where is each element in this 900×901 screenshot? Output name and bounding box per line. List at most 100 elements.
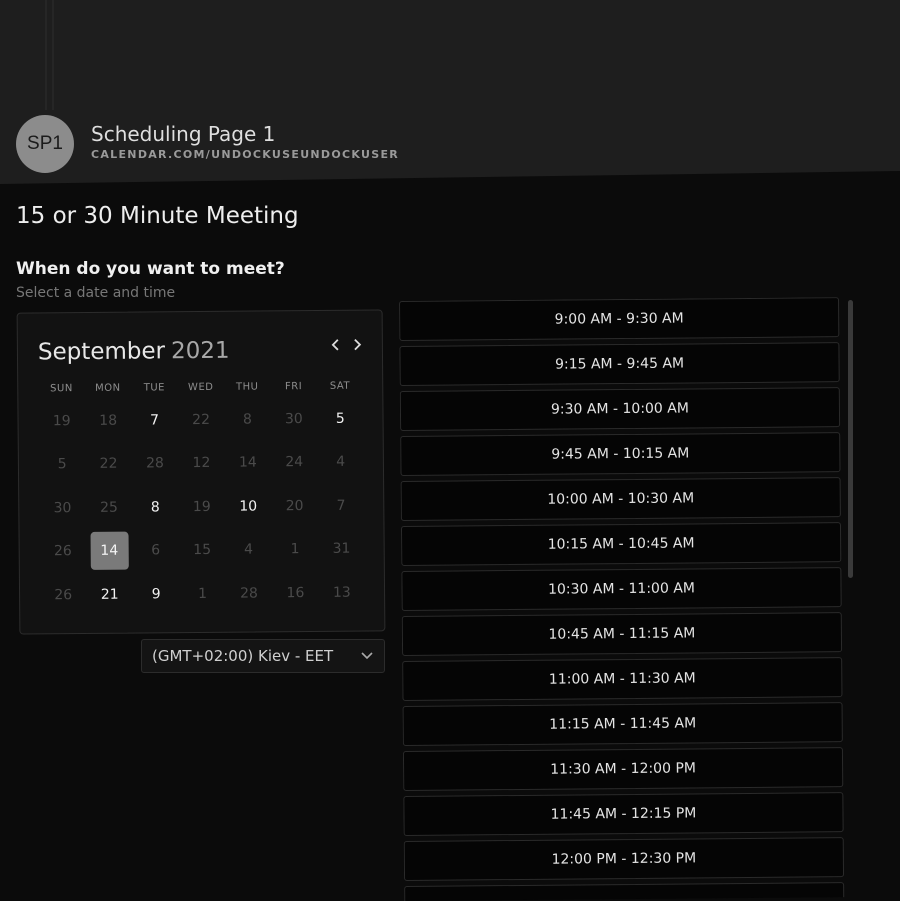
calendar-day-unavailable: 22	[178, 398, 225, 442]
weekday-label: TUE	[143, 382, 165, 394]
time-slot-scrollbar[interactable]	[848, 300, 853, 578]
calendar-day-unavailable: 20	[271, 484, 318, 528]
calendar-day-number: 12	[192, 455, 211, 472]
meeting-title: 15 or 30 Minute Meeting	[16, 203, 299, 229]
calendar-day-unavailable: 4	[225, 528, 272, 572]
calendar-day-number: 1	[290, 541, 300, 558]
time-slot-button[interactable]: 10:45 AM - 11:15 AM	[401, 612, 843, 656]
calendar-day-unavailable: 13	[318, 571, 365, 615]
time-slot-button[interactable]: 11:30 AM - 12:00 PM	[402, 747, 844, 791]
calendar-day-number: 5	[57, 456, 67, 473]
calendar-day-grid: 19 18 7 22 8 30 5 5 22 28 12 14 24 4 30 25 8 19 10 20 7 26 14 6…	[38, 397, 365, 617]
calendar-day-available[interactable]: 9	[133, 572, 180, 616]
calendar-day-number: 20	[285, 497, 304, 515]
time-slot-button[interactable]: 12:00 PM - 12:30 PM	[403, 837, 845, 881]
calendar-day-number: 16	[286, 584, 305, 602]
calendar-day-unavailable: 6	[132, 529, 179, 573]
calendar-day-number: 31	[332, 540, 351, 558]
calendar-day-unavailable: 26	[40, 573, 87, 617]
calendar-day-unavailable: 22	[85, 442, 132, 486]
time-slot-button[interactable]: 10:15 AM - 10:45 AM	[400, 522, 842, 566]
calendar-day-unavailable: 30	[39, 486, 86, 530]
calendar-day-number: 26	[54, 586, 73, 604]
calendar-day-unavailable: 26	[39, 530, 86, 574]
calendar-day-unavailable: 18	[85, 399, 132, 443]
calendar-day-unavailable: 30	[270, 397, 317, 441]
header-divider	[45, 0, 47, 110]
time-slot-button[interactable]: 11:00 AM - 11:30 AM	[402, 657, 843, 701]
calendar-day-number: 15	[193, 542, 212, 559]
date-hint-text: Select a date and time	[16, 285, 176, 301]
calendar-day-unavailable: 28	[132, 442, 179, 486]
calendar-day-number: 24	[285, 454, 304, 471]
avatar: SP1	[16, 115, 74, 173]
calendar-day-number: 10	[239, 498, 258, 515]
timezone-select[interactable]: (GMT+02:00) Kiev - EET	[141, 639, 385, 673]
calendar-day-unavailable: 1	[272, 527, 319, 571]
calendar-day-available[interactable]: 10	[225, 484, 272, 528]
calendar-day-unavailable: 25	[86, 486, 133, 530]
calendar-day-unavailable: 4	[317, 440, 364, 484]
calendar-day-number: 13	[332, 584, 351, 601]
calendar-year: 2021	[170, 337, 230, 365]
calendar-day-number: 4	[244, 541, 254, 558]
calendar-day-number: 30	[284, 410, 303, 428]
calendar-day-number: 19	[52, 412, 71, 430]
time-slot-button[interactable]: 10:00 AM - 10:30 AM	[400, 477, 841, 521]
date-picker-calendar: September 2021 SUN MON TUE WED THU FRI SAT 19 18…	[16, 309, 386, 635]
date-question-heading: When do you want to meet?	[16, 259, 285, 279]
calendar-day-unavailable: 15	[179, 528, 226, 572]
chevron-right-icon	[354, 339, 362, 351]
calendar-day-number: 22	[99, 455, 118, 473]
calendar-day-number: 6	[151, 542, 161, 559]
calendar-day-number: 1	[198, 585, 208, 602]
calendar-day-number: 22	[192, 411, 211, 428]
scheduling-page-name: Scheduling Page 1	[91, 122, 276, 146]
calendar-day-unavailable: 5	[39, 443, 86, 487]
timezone-value: (GMT+02:00) Kiev - EET	[152, 647, 334, 665]
time-slot-button[interactable]: 9:45 AM - 10:15 AM	[400, 432, 841, 476]
weekday-label: FRI	[284, 381, 303, 393]
calendar-day-number: 14	[90, 531, 129, 571]
calendar-day-available[interactable]: 21	[86, 573, 133, 617]
calendar-day-number: 18	[99, 412, 118, 429]
chevron-down-icon	[360, 646, 374, 668]
weekday-header-row: SUN MON TUE WED THU FRI SAT	[38, 381, 363, 395]
calendar-day-unavailable: 28	[226, 571, 273, 615]
calendar-day-number: 8	[150, 499, 160, 516]
time-slot-button[interactable]	[404, 882, 845, 901]
calendar-day-unavailable: 19	[38, 399, 85, 443]
calendar-day-number: 7	[150, 412, 160, 429]
calendar-day-number: 8	[242, 411, 252, 428]
time-slot-button[interactable]: 9:30 AM - 10:00 AM	[399, 387, 841, 431]
time-slot-list: 9:00 AM - 9:30 AM 9:15 AM - 9:45 AM 9:30 A…	[399, 297, 850, 901]
next-month-button[interactable]	[347, 335, 367, 359]
weekday-label: WED	[187, 381, 214, 394]
calendar-day-number: 9	[151, 586, 161, 603]
weekday-label: THU	[235, 381, 259, 393]
calendar-day-unavailable: 7	[318, 484, 365, 528]
calendar-day-selected[interactable]: 14	[86, 529, 133, 573]
calendar-day-number: 5	[335, 410, 345, 427]
calendar-day-unavailable: 31	[318, 527, 365, 571]
calendar-day-available[interactable]: 7	[131, 398, 178, 442]
calendar-day-unavailable: 24	[271, 440, 318, 484]
time-slot-button[interactable]: 11:45 AM - 12:15 PM	[403, 792, 844, 836]
scheduling-page-url: CALENDAR.COM/UNDOCKUSEUNDOCKUSER	[91, 148, 400, 161]
calendar-day-number: 14	[238, 454, 257, 471]
time-slot-button[interactable]: 10:30 AM - 11:00 AM	[401, 567, 842, 611]
calendar-day-available[interactable]: 8	[132, 485, 179, 529]
calendar-day-number: 28	[239, 585, 258, 602]
calendar-day-unavailable: 14	[224, 441, 271, 485]
calendar-day-number: 4	[336, 453, 346, 471]
calendar-day-number: 19	[192, 498, 211, 515]
calendar-day-available[interactable]: 5	[317, 397, 364, 441]
calendar-month-year: September 2021	[38, 338, 230, 366]
time-slot-button[interactable]: 11:15 AM - 11:45 AM	[402, 702, 843, 746]
calendar-month: September	[37, 338, 166, 366]
time-slot-button[interactable]: 9:15 AM - 9:45 AM	[399, 342, 840, 386]
time-slot-button[interactable]: 9:00 AM - 9:30 AM	[399, 297, 840, 341]
chevron-left-icon	[331, 339, 339, 351]
calendar-day-unavailable: 1	[179, 572, 226, 616]
prev-month-button[interactable]	[326, 335, 346, 359]
